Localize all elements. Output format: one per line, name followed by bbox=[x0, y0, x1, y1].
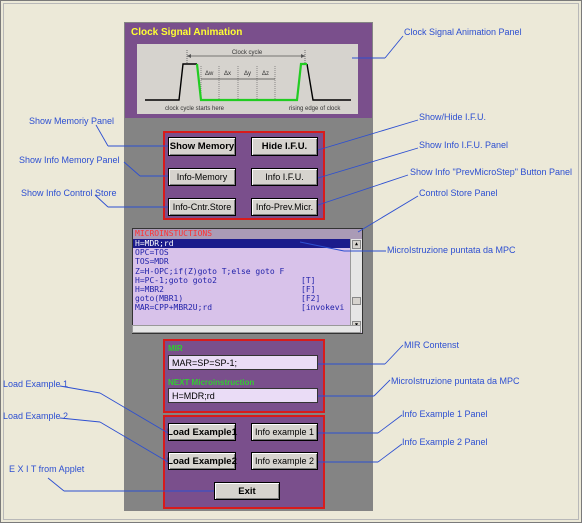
annotation-show-info-ifu-panel: Show Info I.F.U. Panel bbox=[419, 140, 509, 150]
annotation-clock-panel: Clock Signal Animation Panel bbox=[404, 27, 522, 37]
annotation-load-example1: Load Example 1 bbox=[3, 379, 69, 389]
annotation-show-info-prev: Show Info "PrevMicroStep" Button Panel bbox=[410, 167, 572, 177]
annotation-show-info-memory-panel: Show Info Memory Panel bbox=[19, 155, 120, 165]
annotation-show-hide-ifu: Show/Hide I.F.U. bbox=[419, 112, 487, 122]
annotation-lines bbox=[47, 35, 419, 492]
annotation-microistruzione-mpc-2: MicroIstruzione puntata da MPC bbox=[391, 376, 520, 386]
annotation-mir-contenst: MIR Contenst bbox=[404, 340, 460, 350]
annotation-control-store-panel: Control Store Panel bbox=[419, 188, 498, 198]
annotation-info-example1-panel: Info Example 1 Panel bbox=[402, 409, 488, 419]
annotation-show-info-control-store: Show Info Control Store bbox=[21, 188, 117, 198]
annotation-microistruzione-mpc: MicroIstruzione puntata da MPC bbox=[387, 245, 516, 255]
annotation-show-memory-panel: Show Memoriy Panel bbox=[29, 116, 115, 126]
annotation-info-example2-panel: Info Example 2 Panel bbox=[402, 437, 488, 447]
annotation-exit-applet: E X I T from Applet bbox=[9, 464, 85, 474]
annotation-load-example2: Load Example 2 bbox=[3, 411, 69, 421]
